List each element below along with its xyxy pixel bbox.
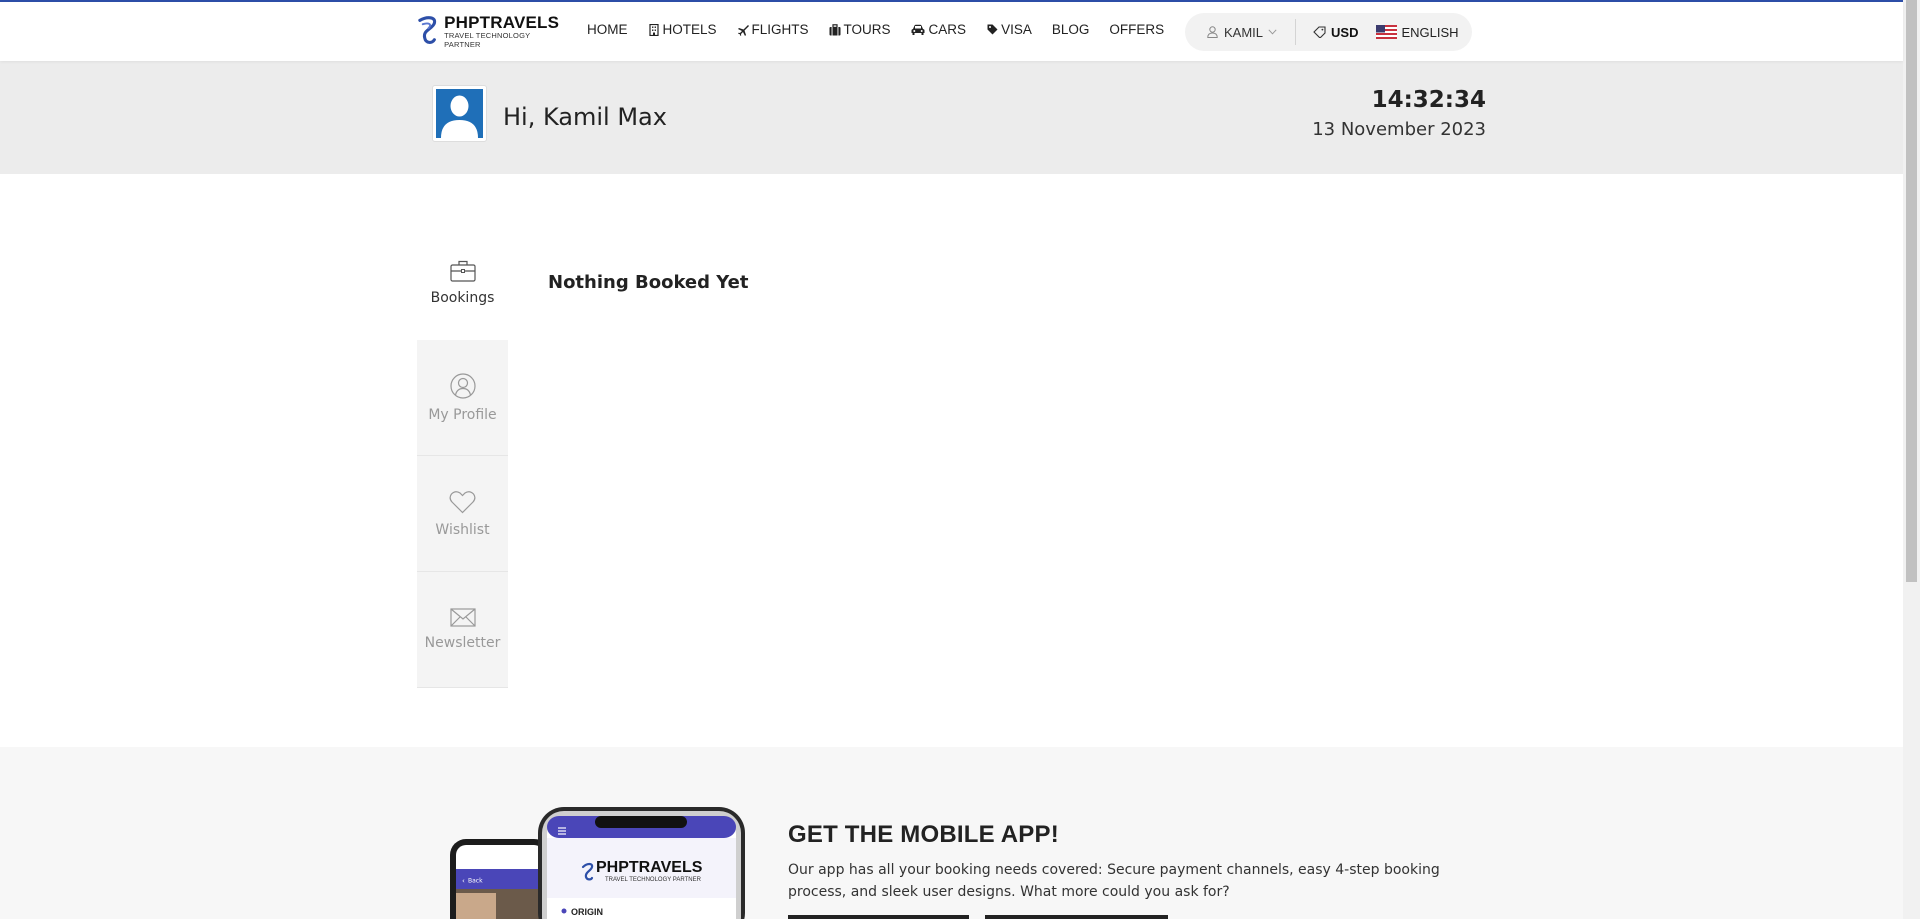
nav-tours[interactable]: TOURS — [829, 22, 891, 37]
nav-label: BLOG — [1051, 22, 1090, 37]
phone-mockup-image: ‹ Back PHPTRAVELS TRAVEL TECHNOLOGY PART… — [450, 807, 745, 919]
nav-home[interactable]: HOME — [587, 22, 628, 37]
current-time: 14:32:34 — [1371, 87, 1486, 113]
clock: 14:32:34 13 November 2023 — [1312, 87, 1486, 140]
chevron-down-icon — [1268, 29, 1277, 35]
currency-label: USD — [1331, 24, 1359, 40]
nav-label: VISA — [1001, 22, 1032, 37]
tab-label: My Profile — [428, 406, 497, 423]
tab-label: Newsletter — [424, 635, 501, 651]
tag-icon — [986, 24, 998, 36]
currency-tag-icon — [1313, 26, 1326, 38]
nav-label: HOME — [587, 22, 628, 37]
envelope-icon — [449, 608, 476, 627]
phone-origin-label: ORIGIN — [571, 907, 603, 917]
language-label: ENGLISH — [1401, 24, 1459, 40]
promo-title: GET THE MOBILE APP! — [788, 821, 1059, 848]
nav-label: HOTELS — [662, 22, 717, 37]
account-controls: KAMIL USD ENGLISH — [1185, 13, 1472, 51]
phone-logo-tagline: TRAVEL TECHNOLOGY PARTNER — [605, 877, 702, 883]
tab-label: Wishlist — [435, 521, 490, 538]
plane-icon — [737, 24, 749, 36]
us-flag-icon — [1376, 25, 1398, 39]
nav-label: CARS — [928, 22, 967, 37]
tab-wishlist[interactable]: Wishlist — [417, 456, 508, 572]
site-logo[interactable]: PHPTRAVELS TRAVEL TECHNOLOGY PARTNER — [415, 12, 565, 49]
language-selector[interactable]: ENGLISH — [1376, 24, 1459, 40]
nav-label: TOURS — [843, 22, 891, 37]
user-menu-label: KAMIL — [1224, 24, 1264, 40]
promo-description: Our app has all your booking needs cover… — [788, 862, 1440, 900]
currency-selector[interactable]: USD — [1313, 25, 1358, 40]
nav-label: FLIGHTS — [751, 22, 809, 37]
greeting-text: Hi, Kamil Max — [503, 103, 667, 131]
scrollbar-thumb[interactable] — [1906, 0, 1917, 582]
user-icon — [1207, 26, 1218, 38]
nav-hotels[interactable]: HOTELS — [648, 22, 717, 37]
app-store-button[interactable] — [788, 915, 969, 919]
divider — [1295, 19, 1297, 45]
mobile-app-promo: ‹ Back PHPTRAVELS TRAVEL TECHNOLOGY PART… — [0, 747, 1903, 919]
dashboard-sidebar: Bookings My Profile Wishlist Newsletter — [417, 225, 508, 688]
tab-label: Bookings — [430, 289, 495, 306]
suitcase-icon — [829, 23, 841, 36]
welcome-banner: Hi, Kamil Max 14:32:34 13 November 2023 — [0, 61, 1903, 174]
tab-bookings[interactable]: Bookings — [417, 225, 508, 340]
briefcase-icon — [449, 260, 476, 282]
nav-visa[interactable]: VISA — [986, 22, 1032, 37]
car-icon — [911, 24, 926, 36]
logo-mark-icon — [418, 16, 437, 44]
user-circle-icon — [449, 372, 476, 399]
site-header: PHPTRAVELS TRAVEL TECHNOLOGY PARTNER HOM… — [0, 2, 1903, 61]
phone-back-label: Back — [468, 878, 483, 885]
nav-flights[interactable]: FLIGHTS — [737, 22, 809, 37]
tab-my-profile[interactable]: My Profile — [417, 340, 508, 456]
current-date: 13 November 2023 — [1312, 119, 1486, 140]
nav-cars[interactable]: CARS — [911, 22, 967, 37]
nav-blog[interactable]: BLOG — [1052, 22, 1090, 37]
user-menu-button[interactable]: KAMIL — [1207, 25, 1277, 40]
nav-label: OFFERS — [1109, 22, 1165, 37]
nav-offers[interactable]: OFFERS — [1109, 22, 1164, 37]
heart-icon — [449, 490, 476, 513]
tab-newsletter[interactable]: Newsletter — [417, 572, 508, 688]
main-nav: HOME HOTELS FLIGHTS TOURS CARS VISA BLOG… — [587, 22, 1184, 37]
logo-tagline: TRAVEL TECHNOLOGY PARTNER — [444, 30, 531, 49]
building-icon — [648, 23, 660, 36]
google-play-button[interactable] — [985, 915, 1168, 919]
avatar-placeholder-icon — [436, 89, 483, 138]
phone-logo-name: PHPTRAVELS — [596, 859, 703, 876]
logo-name: PHPTRAVELS — [444, 12, 560, 32]
bookings-empty-title: Nothing Booked Yet — [548, 272, 749, 293]
svg-text:‹: ‹ — [462, 877, 465, 885]
avatar — [432, 85, 487, 142]
